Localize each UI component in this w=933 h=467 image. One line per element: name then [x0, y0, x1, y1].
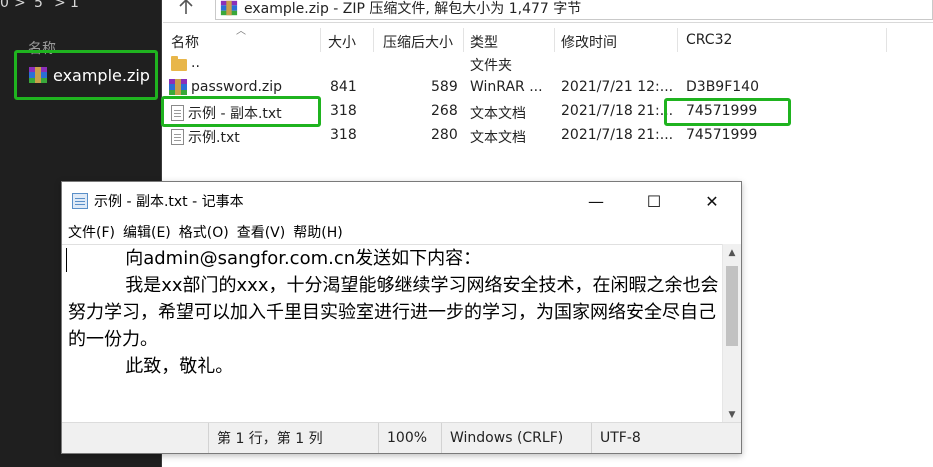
menu-file[interactable]: 文件(F)	[68, 222, 115, 244]
zip-toolbar: example.zip - ZIP 压缩文件, 解包大小为 1,477 字节	[163, 0, 933, 23]
notepad-menu-bar: 文件(F) 编辑(E) 格式(O) 查看(V) 帮助(H)	[62, 222, 741, 244]
column-header-type[interactable]: 类型	[470, 32, 498, 52]
file-label: example.zip	[53, 65, 150, 85]
zoom-level: 100%	[378, 423, 441, 453]
menu-format[interactable]: 格式(O)	[179, 222, 229, 244]
encoding: UTF-8	[591, 423, 741, 453]
row-size: 318	[330, 127, 357, 143]
row-name: password.zip	[191, 79, 283, 95]
row-type: WinRAR ...	[470, 79, 543, 95]
highlight-box-filename	[161, 96, 321, 127]
rar-archive-icon	[169, 79, 187, 95]
sort-ascending-icon: ︿	[236, 26, 246, 37]
row-size: 841	[330, 79, 357, 95]
scroll-up-icon[interactable]: ▲	[723, 244, 741, 261]
cursor-position: 第 1 行，第 1 列	[208, 423, 378, 453]
row-size: 318	[330, 103, 357, 119]
scrollbar-thumb[interactable]	[726, 266, 738, 346]
table-row[interactable]: .. 文件夹	[163, 53, 933, 77]
breadcrumb: 0 > 5 > 1	[0, 0, 162, 14]
notepad-text-area[interactable]: 向admin@sangfor.com.cn发送如下内容： 我是xx部门的xxx，…	[62, 244, 722, 424]
row-name: ..	[191, 55, 200, 71]
column-headers: ︿ 名称 大小 压缩后大小 类型 修改时间 CRC32	[163, 26, 933, 52]
column-header-packed[interactable]: 压缩后大小	[383, 32, 453, 52]
archive-path-bar[interactable]: example.zip - ZIP 压缩文件, 解包大小为 1,477 字节	[215, 0, 933, 20]
highlight-box-crc	[664, 98, 791, 126]
row-type: 文件夹	[470, 58, 512, 74]
maximize-button[interactable]: ☐	[625, 182, 683, 220]
rar-archive-icon	[29, 67, 47, 83]
close-button[interactable]: ✕	[683, 182, 741, 220]
menu-view[interactable]: 查看(V)	[237, 222, 286, 244]
breadcrumb-separator: >	[14, 0, 26, 11]
menu-edit[interactable]: 编辑(E)	[123, 222, 171, 244]
left-file-example-zip[interactable]: example.zip	[14, 50, 158, 100]
archive-path-text: example.zip - ZIP 压缩文件, 解包大小为 1,477 字节	[244, 0, 582, 17]
vertical-scrollbar[interactable]: ▲ ▼	[722, 244, 741, 423]
table-row[interactable]: 示例.txt 318 280 文本文档 2021/7/18 21:... 745…	[163, 125, 933, 149]
row-packed: 268	[431, 103, 458, 119]
row-modified: 2021/7/18 21:...	[561, 103, 674, 119]
content-line: 此致，敬礼。	[68, 356, 234, 377]
column-header-modified[interactable]: 修改时间	[561, 32, 617, 52]
breadcrumb-part[interactable]: 5	[34, 0, 43, 10]
breadcrumb-part[interactable]: 0	[0, 0, 9, 10]
content-line: 我是xx部门的xxx，十分渴望能够继续学习网络安全技术，在闲暇之余也会努力学习，…	[68, 275, 719, 350]
text-file-icon	[171, 129, 184, 145]
column-header-crc32[interactable]: CRC32	[686, 32, 732, 52]
line-ending: Windows (CRLF)	[441, 423, 591, 453]
notepad-icon	[72, 193, 88, 209]
breadcrumb-part[interactable]: 1	[70, 0, 79, 10]
text-caret	[66, 248, 67, 272]
folder-icon	[171, 56, 187, 71]
row-packed: 589	[431, 79, 458, 95]
row-name: 示例.txt	[188, 130, 240, 146]
up-arrow-icon[interactable]	[171, 0, 201, 20]
rar-archive-icon	[220, 0, 238, 15]
row-crc: D3B9F140	[686, 79, 759, 95]
content-line: 向admin@sangfor.com.cn发送如下内容：	[68, 248, 482, 269]
row-packed: 280	[431, 127, 458, 143]
minimize-button[interactable]: —	[567, 182, 625, 220]
notepad-title-bar[interactable]: 示例 - 副本.txt - 记事本 — ☐ ✕	[62, 182, 741, 220]
column-header-size[interactable]: 大小	[328, 32, 356, 52]
column-header-name[interactable]: 名称	[171, 32, 199, 52]
row-crc: 74571999	[686, 127, 758, 143]
scroll-down-icon[interactable]: ▼	[723, 406, 741, 423]
row-modified: 2021/7/18 21:...	[561, 127, 674, 143]
breadcrumb-separator: >	[54, 0, 66, 11]
row-type: 文本文档	[470, 130, 526, 146]
notepad-status-bar: 第 1 行，第 1 列 100% Windows (CRLF) UTF-8	[62, 422, 741, 453]
row-type: 文本文档	[470, 106, 526, 122]
menu-help[interactable]: 帮助(H)	[293, 222, 342, 244]
row-modified: 2021/7/21 12:...	[561, 79, 674, 95]
notepad-title: 示例 - 副本.txt - 记事本	[94, 194, 244, 210]
notepad-window: 示例 - 副本.txt - 记事本 — ☐ ✕ 文件(F) 编辑(E) 格式(O…	[61, 181, 742, 454]
